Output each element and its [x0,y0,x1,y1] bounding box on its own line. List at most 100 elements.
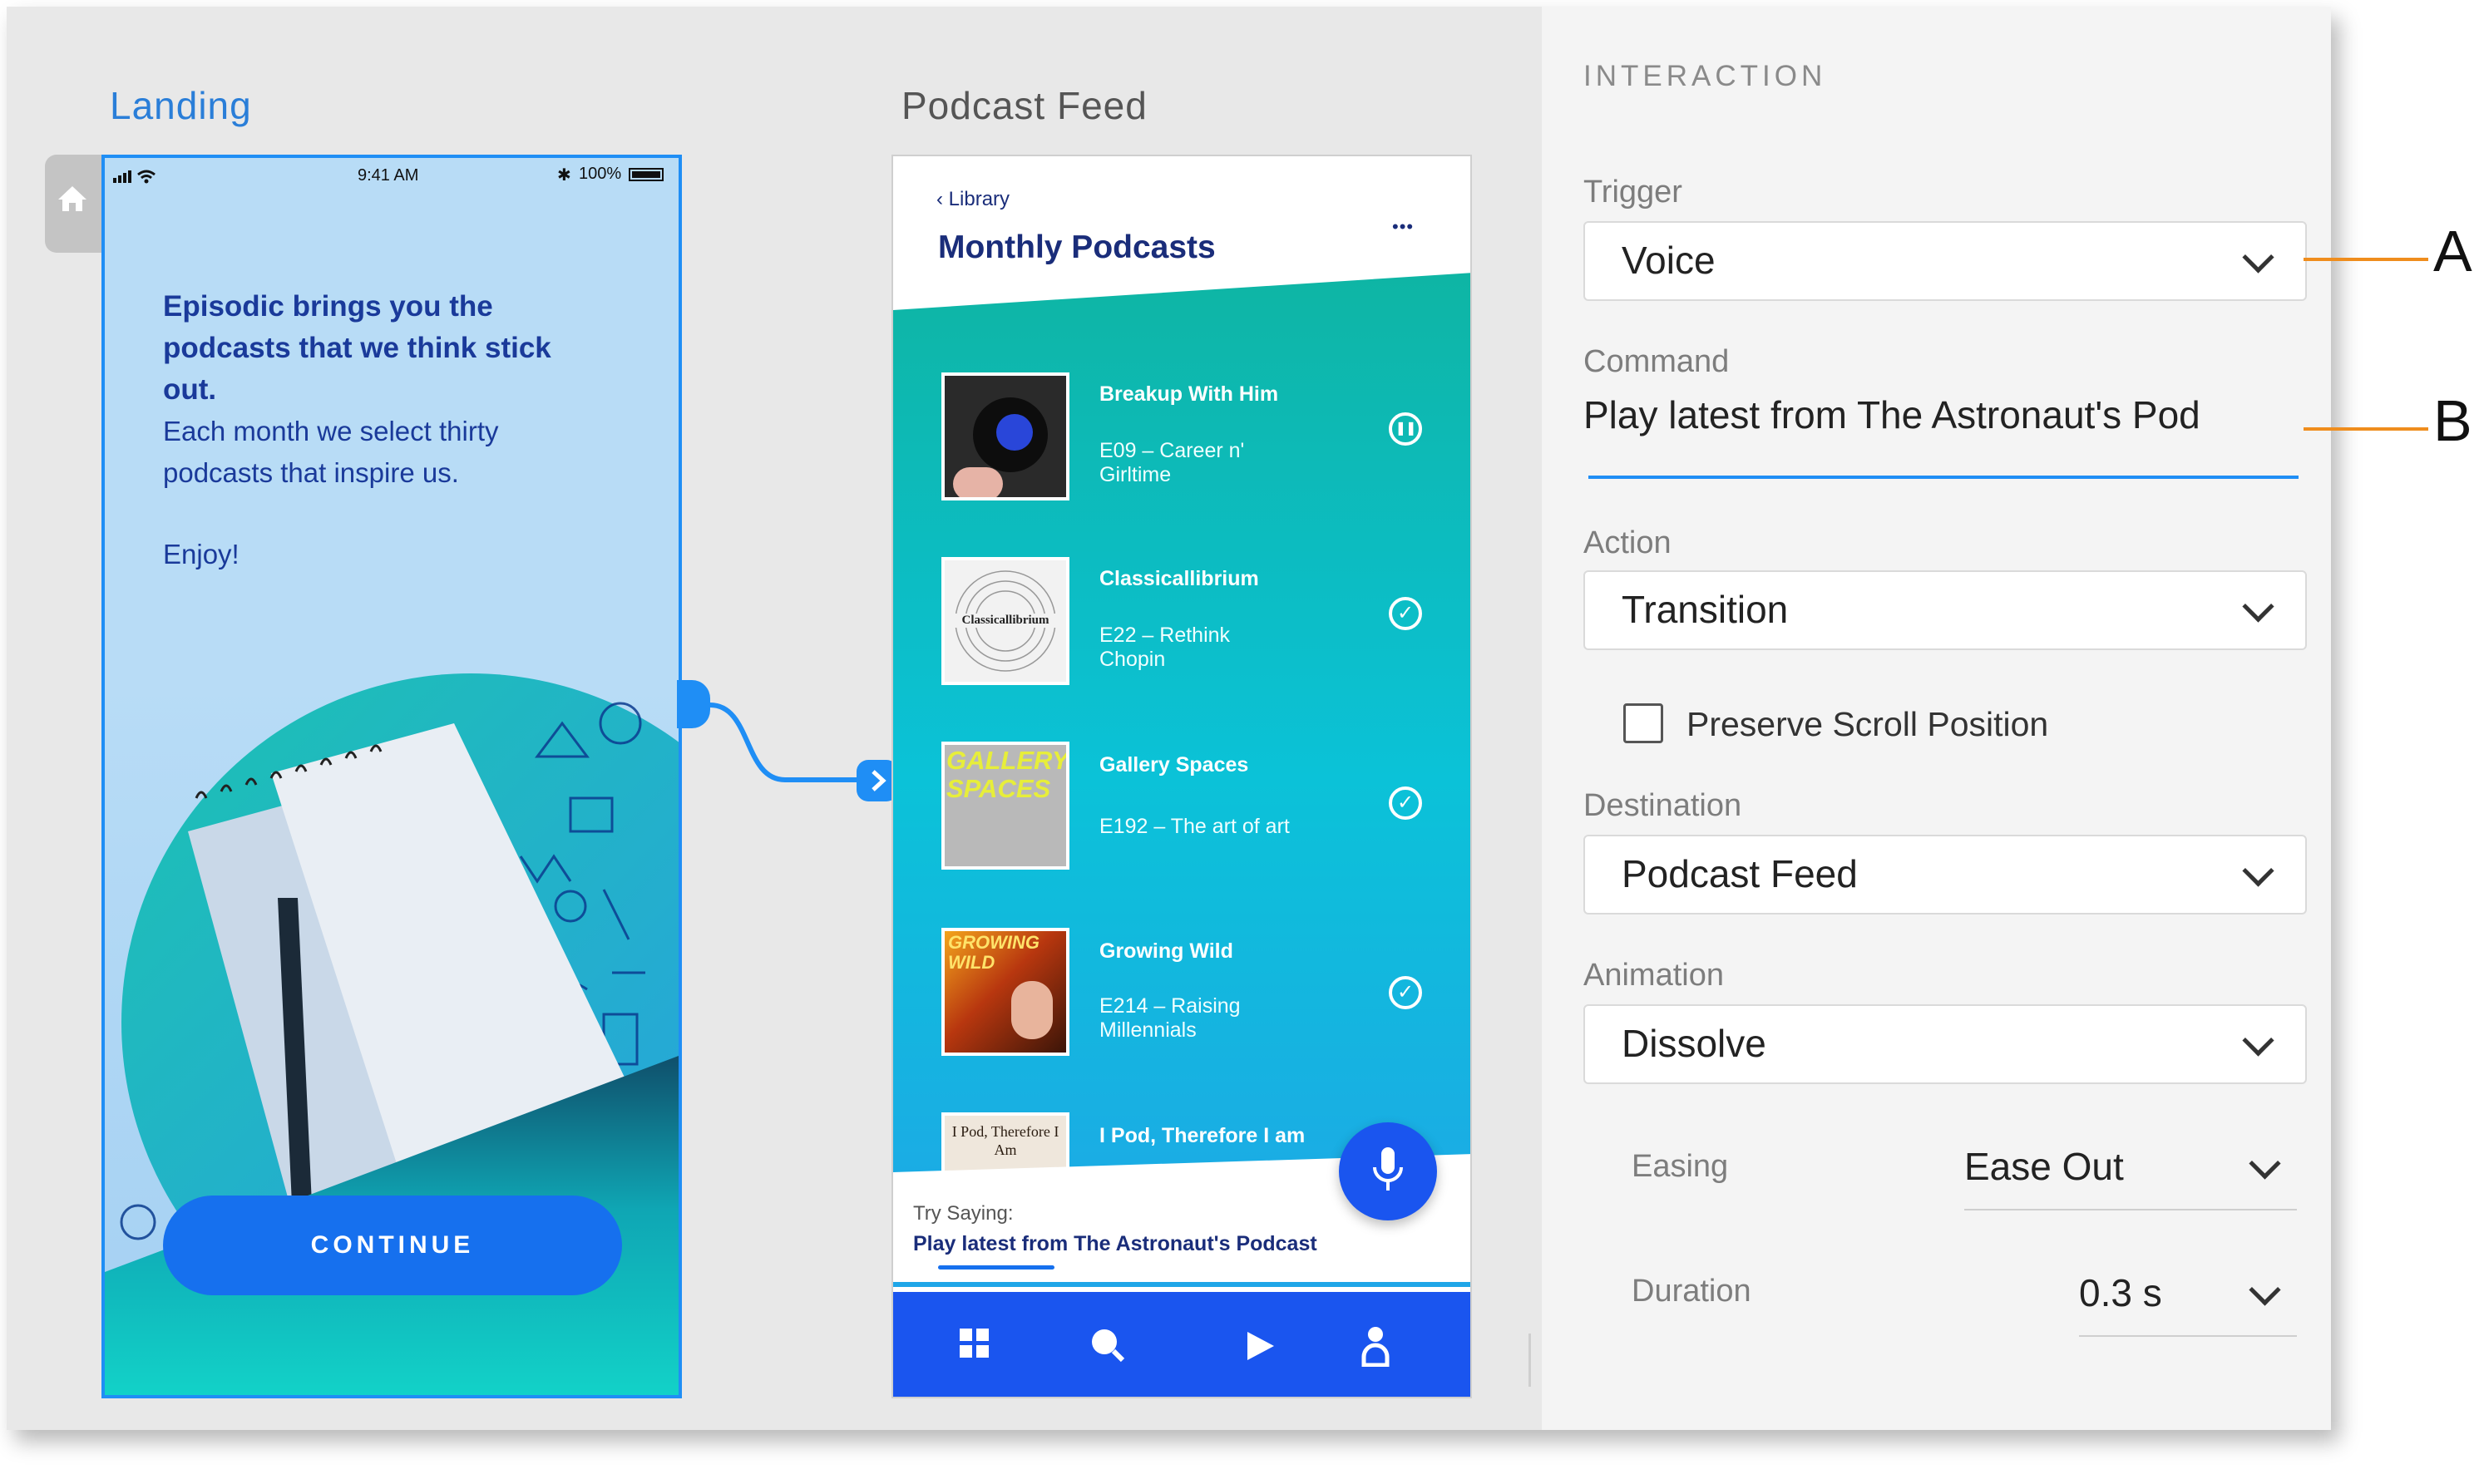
animation-label: Animation [1583,958,1724,993]
preserve-scroll-label[interactable]: Preserve Scroll Position [1686,705,2048,744]
back-link[interactable]: ‹ Library [936,188,1010,211]
try-saying-label: Try Saying: [913,1202,1014,1225]
check-circle-icon[interactable]: ✓ [1389,786,1422,820]
play-icon[interactable] [1246,1330,1276,1362]
microphone-icon [1373,1147,1403,1191]
search-icon[interactable] [1089,1327,1126,1363]
chevron-down-icon [2242,241,2274,274]
episode-item[interactable]: Classicallibrium Classicallibrium E22 – … [941,557,1457,690]
episode-title: Breakup With Him [1099,382,1279,406]
episode-subtitle-line: Girltime [1099,463,1172,486]
status-battery: 100% [579,165,622,183]
action-value: Transition [1622,588,1789,631]
intro-headline: Episodic brings you the podcasts that we… [163,286,662,411]
animation-dropdown[interactable]: Dissolve [1583,1004,2307,1084]
profile-icon[interactable] [1360,1325,1390,1367]
episode-subtitle-line: Chopin [1099,648,1166,671]
episode-subtitle-line: E214 – Raising [1099,994,1241,1018]
pause-icon[interactable]: ❚❚ [1389,412,1422,446]
check-circle-icon[interactable]: ✓ [1389,597,1422,630]
signal-wifi-icon [113,170,156,184]
trigger-dropdown[interactable]: Voice [1583,221,2307,301]
callout-letter-a: A [2433,219,2472,283]
action-label: Action [1583,525,1672,560]
chevron-left-icon: ‹ [936,188,943,210]
episode-item[interactable]: Breakup With Him E09 – Career n' Girltim… [941,372,1457,505]
episode-title: I Pod, Therefore I am [1099,1124,1306,1147]
home-icon [58,186,86,211]
destination-dropdown[interactable]: Podcast Feed [1583,835,2307,915]
panel-header: INTERACTION [1583,60,1827,92]
check-circle-icon[interactable]: ✓ [1389,976,1422,1009]
intro-enjoy: Enjoy! [163,539,240,569]
chevron-down-icon [2249,1147,2281,1180]
status-time: 9:41 AM [358,166,419,185]
canvas-scrollbar[interactable] [1528,1334,1531,1387]
episode-thumbnail: GALLERY SPACES [941,742,1069,870]
thumbnail-text: GROWING WILD [948,932,1040,973]
episode-subtitle-line: E09 – Career n' [1099,439,1245,462]
easing-value: Ease Out [1964,1145,2124,1188]
back-link-label: Library [948,188,1010,210]
callout-letter-b: B [2433,388,2472,453]
duration-value: 0.3 s [2079,1271,2162,1314]
episode-title: Classicallibrium [1099,567,1259,590]
episode-subtitle: E214 – Raising Millennials [1099,994,1266,1043]
trigger-label: Trigger [1583,175,1682,210]
command-input-underline [1588,476,2299,479]
thumbnail-text: GALLERY SPACES [946,746,1069,803]
intro-headline-line: Episodic brings you the [163,290,493,323]
animation-value: Dissolve [1622,1022,1766,1065]
duration-label: Duration [1632,1274,1751,1309]
design-canvas: Landing Podcast Feed 9:41 AM ✱ 100% Epis… [7,7,1542,1430]
episode-thumbnail [941,372,1069,500]
easing-dropdown[interactable]: Ease Out [1964,1137,2297,1210]
episode-thumbnail: Classicallibrium [941,557,1069,685]
try-saying-phrase: Play latest from The Astronaut's Podcast [913,1232,1317,1255]
chevron-down-icon [2249,1274,2281,1306]
episode-thumbnail: GROWING WILD [941,928,1069,1056]
trigger-value: Voice [1622,239,1716,282]
preserve-scroll-checkbox[interactable] [1623,703,1663,743]
intro-body: Each month we select thirty podcasts tha… [163,411,662,494]
landing-artboard[interactable]: 9:41 AM ✱ 100% Episodic brings you the p… [101,155,682,1398]
episode-subtitle-line: Millennials [1099,1018,1197,1042]
more-options-icon[interactable]: ••• [1392,216,1414,238]
episode-subtitle: E192 – The art of art [1099,815,1290,838]
episode-subtitle: E22 – Rethink Chopin [1099,624,1266,672]
bottom-nav [893,1292,1470,1397]
command-input[interactable]: Play latest from The Astronaut's Pod [1583,392,2299,456]
chevron-down-icon [2242,855,2274,887]
grid-icon[interactable] [960,1329,990,1358]
continue-button[interactable]: CONTINUE [163,1196,622,1295]
duration-dropdown[interactable]: 0.3 s [2079,1264,2297,1337]
episode-title: Gallery Spaces [1099,753,1249,777]
prototype-connector[interactable] [677,672,901,821]
callout-line-b [2304,427,2428,431]
battery-icon [629,168,664,181]
episode-title: Growing Wild [1099,939,1233,963]
app-window: Landing Podcast Feed 9:41 AM ✱ 100% Epis… [7,7,2331,1430]
home-artboard-tab[interactable] [45,155,101,253]
episode-subtitle: E09 – Career n' Girltime [1099,439,1266,487]
intro-headline-line: out. [163,373,217,406]
destination-value: Podcast Feed [1622,852,1858,895]
podcast-feed-artboard[interactable]: ‹ Library Monthly Podcasts ••• Breakup W… [891,155,1472,1398]
feed-title: Monthly Podcasts [938,229,1216,265]
artboard-label-feed[interactable]: Podcast Feed [901,83,1148,128]
artboard-label-landing[interactable]: Landing [110,83,252,128]
command-label: Command [1583,344,1730,379]
chevron-down-icon [2242,1024,2274,1057]
intro-body-line: Each month we select thirty [163,416,499,446]
intro-body-line: podcasts that inspire us. [163,457,459,488]
easing-label: Easing [1632,1149,1729,1184]
episode-item[interactable]: GROWING WILD Growing Wild E214 – Raising… [941,928,1457,1061]
bluetooth-icon: ✱ [557,166,571,185]
chevron-down-icon [2242,590,2274,623]
episode-item[interactable]: GALLERY SPACES Gallery Spaces E192 – The… [941,742,1457,875]
microphone-button[interactable] [1339,1122,1437,1220]
thumbnail-text: Classicallibrium [945,614,1066,628]
voice-progress-bar [938,1265,1054,1270]
callout-line-a [2304,258,2428,261]
action-dropdown[interactable]: Transition [1583,570,2307,650]
